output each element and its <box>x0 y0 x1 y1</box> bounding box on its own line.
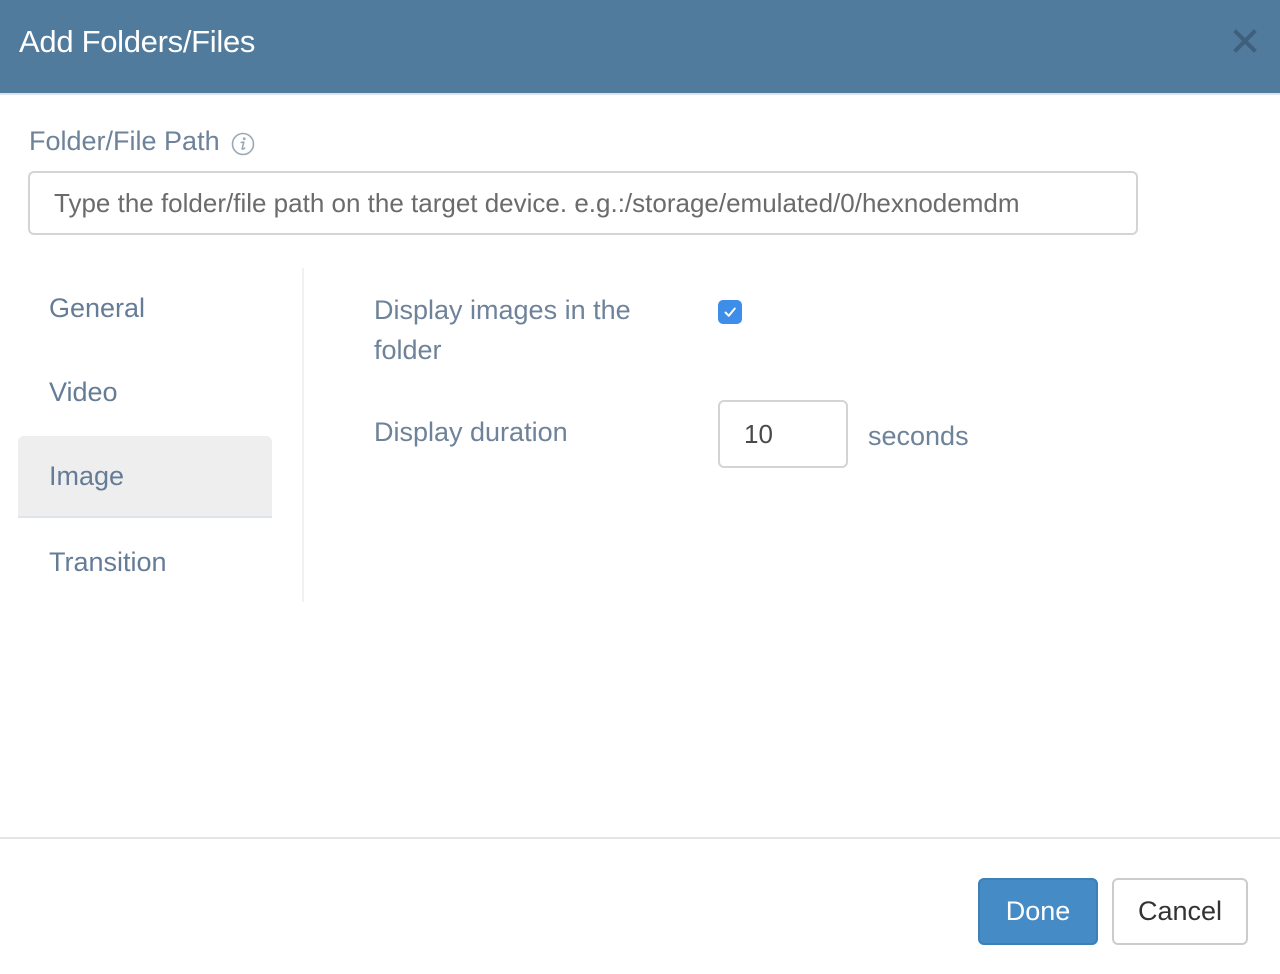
add-folders-files-dialog: Add Folders/Files Folder/File Path Gener… <box>0 0 1280 974</box>
tab-transition-label: Transition <box>49 547 167 577</box>
cancel-button[interactable]: Cancel <box>1112 878 1248 945</box>
info-icon[interactable] <box>231 130 255 156</box>
tab-video-label: Video <box>49 377 118 407</box>
dialog-header: Add Folders/Files <box>0 0 1280 95</box>
vertical-divider <box>302 268 304 602</box>
close-button[interactable] <box>1232 28 1258 54</box>
display-images-checkbox[interactable] <box>718 300 742 324</box>
duration-unit-label: seconds <box>868 421 969 451</box>
footer-divider <box>0 837 1280 839</box>
display-images-label: Display images in the folder <box>374 295 631 365</box>
display-duration-input[interactable] <box>718 400 848 468</box>
checkmark-icon <box>724 307 736 317</box>
display-duration-label: Display duration <box>374 417 568 447</box>
tab-transition[interactable]: Transition <box>18 522 272 602</box>
folder-file-path-label-text: Folder/File Path <box>29 126 220 156</box>
close-icon <box>1233 29 1257 53</box>
dialog-title: Add Folders/Files <box>19 24 256 59</box>
tab-general-label: General <box>49 293 146 323</box>
tab-video[interactable]: Video <box>18 352 272 432</box>
done-button[interactable]: Done <box>978 878 1098 945</box>
tab-image-label: Image <box>49 461 125 491</box>
tab-image[interactable]: Image <box>18 436 272 518</box>
folder-file-path-label: Folder/File Path <box>29 124 255 158</box>
tab-general[interactable]: General <box>18 268 272 348</box>
folder-file-path-input[interactable] <box>28 171 1138 235</box>
